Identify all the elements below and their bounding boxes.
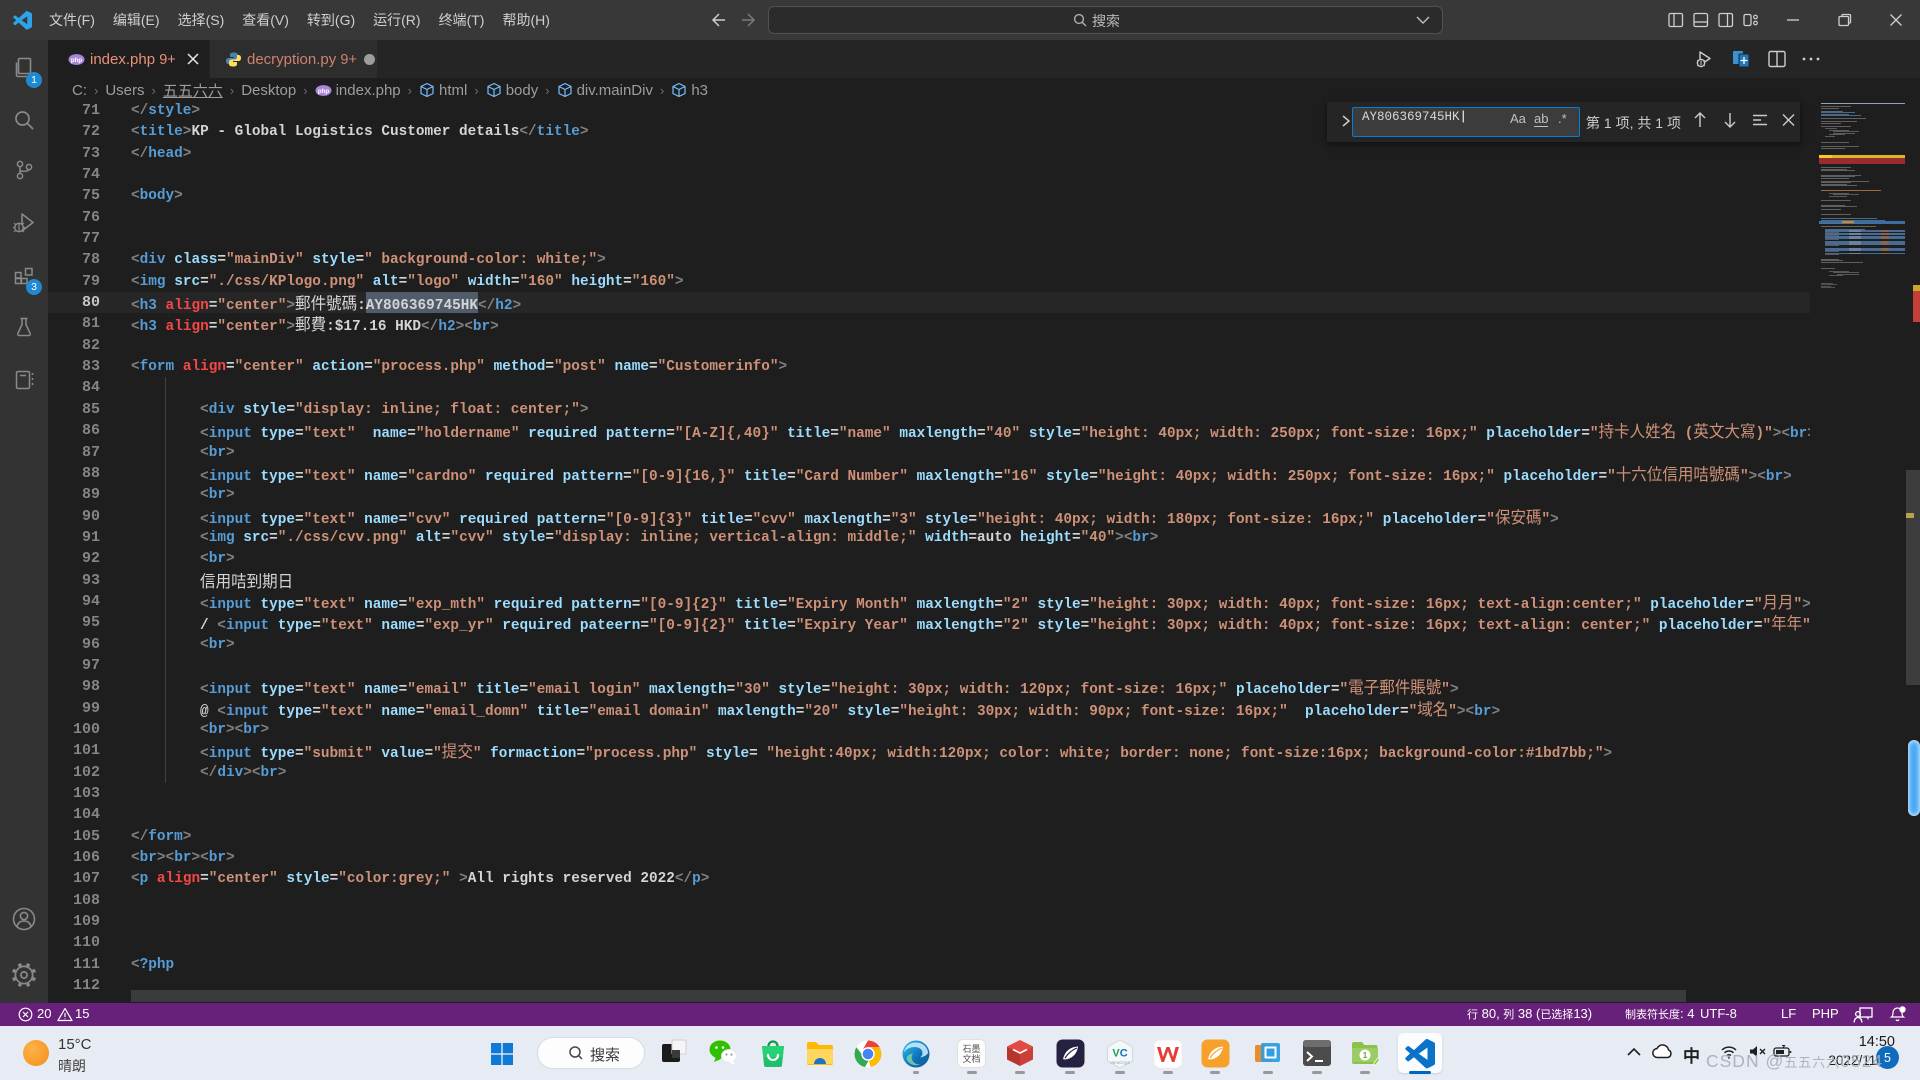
svg-text:php: php <box>71 57 83 64</box>
svg-text:php: php <box>317 87 329 94</box>
svg-text:VC: VC <box>1112 1048 1127 1060</box>
svg-text:VeraCrypt: VeraCrypt <box>1110 1060 1130 1065</box>
svg-text:1: 1 <box>1363 1051 1368 1060</box>
